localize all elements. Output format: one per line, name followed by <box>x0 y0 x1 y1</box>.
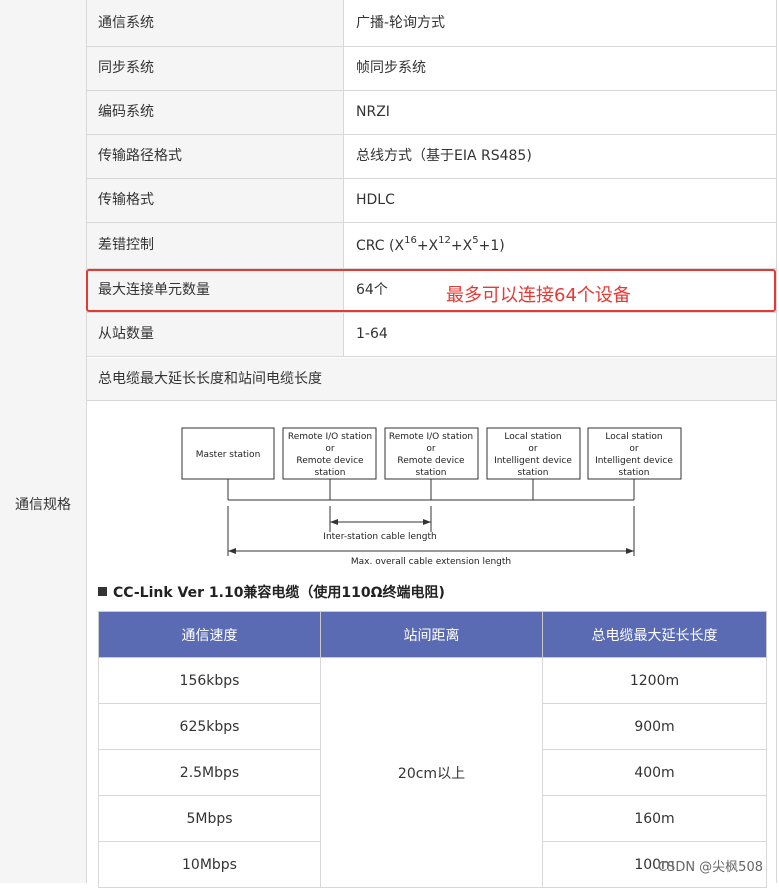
station-label: station <box>416 468 447 478</box>
spec-row-coding-system: 编码系统 NRZI <box>87 91 776 135</box>
spec-value: 1-64 <box>356 326 388 342</box>
station-label: or <box>426 444 436 454</box>
spec-key: 从站数量 <box>87 313 344 356</box>
spec-value: 广播-轮询方式 <box>356 15 446 31</box>
crc-mid-2: +X <box>450 238 473 254</box>
speed-cell: 156kbps <box>98 657 321 704</box>
station-label: Remote I/O station <box>288 432 372 442</box>
station-label: Intelligent device <box>494 456 572 466</box>
spec-value: 总线方式（基于EIA RS485) <box>356 148 532 164</box>
speed-cell: 10Mbps <box>98 841 321 888</box>
spec-row-comm-system: 通信系统 广播-轮询方式 <box>87 0 776 47</box>
spec-value: HDLC <box>356 192 395 208</box>
spec-key: 传输路径格式 <box>87 135 344 178</box>
station-label: or <box>325 444 335 454</box>
spec-row-max-units: 最大连接单元数量 64个 <box>87 269 776 313</box>
station-label: or <box>629 444 639 454</box>
station-label: Remote device <box>397 456 465 466</box>
station-label: station <box>518 468 549 478</box>
max-length-cell: 900m <box>542 703 767 750</box>
spec-value: 64个 <box>356 282 388 298</box>
spec-key: 传输格式 <box>87 179 344 222</box>
spec-key: 差错控制 <box>87 223 344 268</box>
station-label-master: Master station <box>196 450 261 460</box>
crc-mid-1: +X <box>416 238 439 254</box>
station-label: Local station <box>605 432 662 442</box>
max-length-cell: 160m <box>542 795 767 842</box>
station-label: or <box>528 444 538 454</box>
station-label: station <box>315 468 346 478</box>
spec-page: 通信规格 通信系统 广播-轮询方式 同步系统 帧同步系统 编码系统 NRZI 传… <box>0 0 777 888</box>
max-length-cell: 1200m <box>542 657 767 704</box>
inter-station-label: Inter-station cable length <box>323 532 436 542</box>
spec-value: NRZI <box>356 104 390 120</box>
spec-row-path-format: 传输路径格式 总线方式（基于EIA RS485) <box>87 135 776 179</box>
section-label-column: 通信规格 <box>0 0 87 883</box>
spec-row-transmission-format: 传输格式 HDLC <box>87 179 776 223</box>
cable-table-title-text: CC-Link Ver 1.10兼容电缆（使用110Ω终端电阻) <box>113 585 445 601</box>
spec-value-crc: CRC (X16+X12+X5+1) <box>356 223 505 268</box>
spec-key: 通信系统 <box>87 0 344 46</box>
station-label: Intelligent device <box>595 456 673 466</box>
crc-exp-3: 5 <box>472 235 479 247</box>
spec-key: 最大连接单元数量 <box>87 269 344 312</box>
crc-exp-2: 12 <box>438 235 451 247</box>
crc-exp-1: 16 <box>404 235 417 247</box>
square-bullet-icon <box>98 587 107 596</box>
spec-row-slave-count: 从站数量 1-64 <box>87 313 776 357</box>
section-label: 通信规格 <box>15 497 71 513</box>
cable-table-title: CC-Link Ver 1.10兼容电缆（使用110Ω终端电阻) <box>98 582 445 602</box>
station-label: Local station <box>504 432 561 442</box>
spec-row-error-control: 差错控制 CRC (X16+X12+X5+1) <box>87 223 776 269</box>
header-speed: 通信速度 <box>98 611 321 658</box>
station-label: Remote device <box>296 456 364 466</box>
speed-cell: 5Mbps <box>98 795 321 842</box>
header-max-length: 总电缆最大延长长度 <box>542 611 767 658</box>
spec-row-sync-system: 同步系统 帧同步系统 <box>87 47 776 91</box>
crc-prefix: CRC (X <box>356 238 405 254</box>
speed-cell: 2.5Mbps <box>98 749 321 796</box>
annotation-text: 最多可以连接64个设备 <box>446 285 631 306</box>
right-border <box>776 0 777 883</box>
station-label: Remote I/O station <box>389 432 473 442</box>
max-length-label: Max. overall cable extension length <box>351 557 511 567</box>
table-row: 156kbps 20cm以上 1200m <box>98 657 767 888</box>
crc-suffix: +1) <box>478 238 505 254</box>
cable-table: 通信速度 站间距离 总电缆最大延长长度 156kbps 20cm以上 1200m… <box>98 611 767 888</box>
cable-length-heading: 总电缆最大延长长度和站间电缆长度 <box>87 358 776 401</box>
distance-cell: 20cm以上 <box>320 657 543 888</box>
station-label: station <box>619 468 650 478</box>
spec-key: 同步系统 <box>87 47 344 90</box>
header-distance: 站间距离 <box>320 611 543 658</box>
spec-value: 帧同步系统 <box>356 60 426 76</box>
speed-cell: 625kbps <box>98 703 321 750</box>
max-length-cell: 400m <box>542 749 767 796</box>
watermark: CSDN @尖枫508 <box>657 860 763 875</box>
table-header-row: 通信速度 站间距离 总电缆最大延长长度 <box>98 611 767 658</box>
spec-key: 编码系统 <box>87 91 344 134</box>
cable-diagram: Master station Remote I/O station or Rem… <box>181 427 682 567</box>
